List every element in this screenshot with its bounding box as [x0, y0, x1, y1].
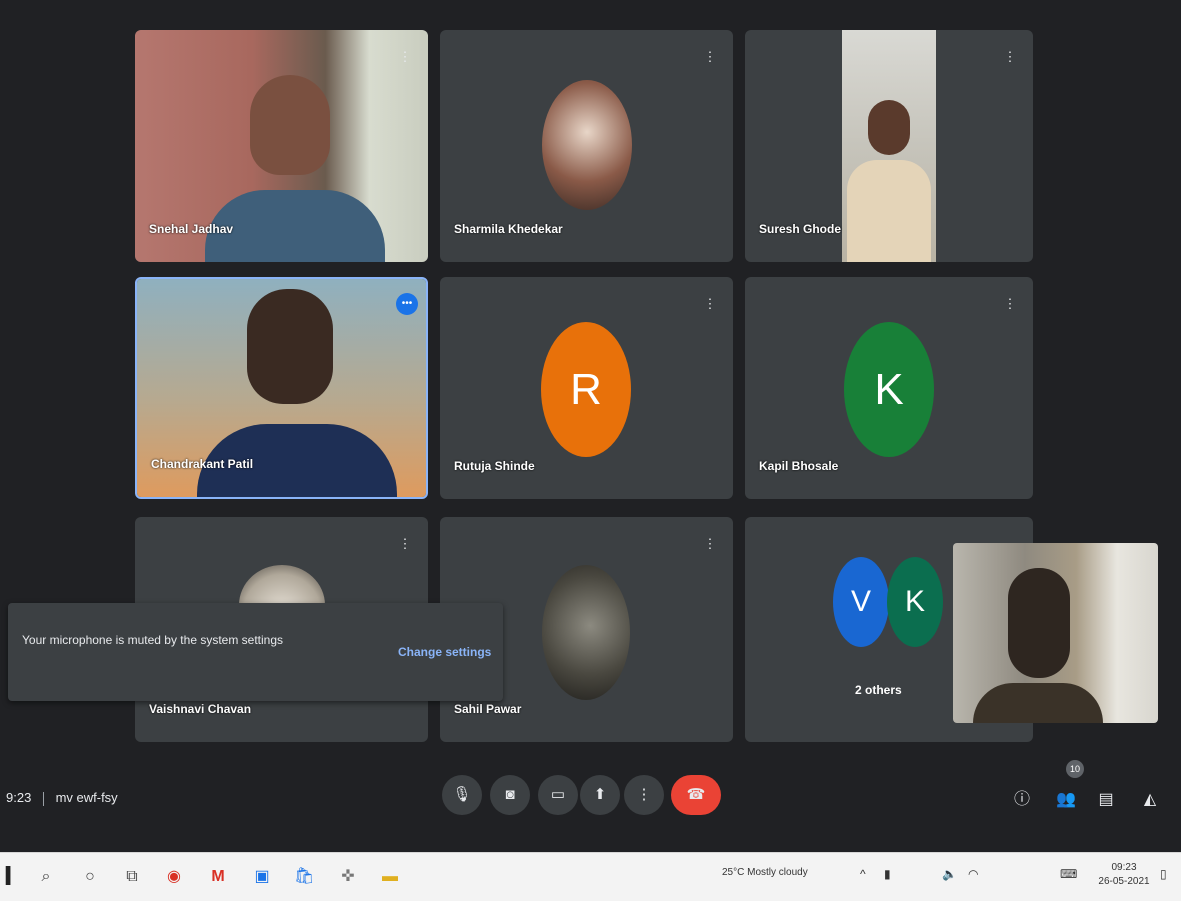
participant-photo: [542, 80, 632, 210]
mic-muted-icon: ⋮: [1003, 49, 1017, 64]
participant-tile[interactable]: ⋮ Sharmila Khedekar: [440, 30, 733, 262]
store-icon[interactable]: 🛍: [294, 867, 314, 887]
present-button[interactable]: ⬆: [580, 775, 620, 815]
end-call-button[interactable]: ☎: [671, 775, 721, 815]
participant-name: Suresh Ghode: [759, 222, 842, 236]
participant-name: Kapil Bhosale: [759, 459, 839, 473]
mic-muted-icon: ⋮: [398, 536, 412, 551]
cortana-icon[interactable]: ○: [80, 867, 100, 887]
taskbar: ▍ ⌕ ○ ⧉ ◉ M ▣ 🛍 ✜ ▬ 25°C Mostly cloudy ^…: [0, 852, 1181, 901]
chat-icon: ▤: [1098, 791, 1114, 808]
start-icon[interactable]: ▍: [2, 867, 22, 887]
chrome-icon[interactable]: ◉: [164, 867, 184, 887]
meeting-details: 9:23 mv ewf-fsy: [6, 790, 118, 806]
file-explorer-icon[interactable]: ▬: [380, 867, 400, 887]
mic-muted-icon: ⋮: [703, 49, 717, 64]
clock-date: 26-05-2021: [1098, 876, 1150, 887]
participant-name: Rutuja Shinde: [454, 459, 535, 473]
speaking-indicator-icon: •••: [396, 293, 418, 315]
meeting-code: mv ewf-fsy: [55, 790, 118, 805]
people-count-badge: 10: [1066, 760, 1084, 778]
speaker-icon[interactable]: 🔈: [942, 867, 957, 881]
microphone-icon: 🎙: [452, 786, 472, 803]
person-head: [247, 289, 333, 404]
participant-name: Vaishnavi Chavan: [149, 702, 252, 716]
mic-muted-icon: ⋮: [1003, 296, 1017, 311]
participant-tile-active[interactable]: ••• Chandrakant Patil: [135, 277, 428, 499]
clock-time: 09:23: [1111, 862, 1137, 873]
participant-name: 2 others: [855, 683, 902, 697]
microphone-button[interactable]: 🎙: [442, 775, 482, 815]
more-options-button[interactable]: ⋮: [624, 775, 664, 815]
divider: [42, 791, 44, 806]
participant-name: Chandrakant Patil: [151, 457, 254, 471]
network-app-icon[interactable]: ✜: [338, 867, 358, 887]
avatar: V: [833, 557, 889, 647]
people-button[interactable]: 👥: [1054, 788, 1078, 812]
wifi-icon[interactable]: ◠: [968, 867, 978, 881]
meet-window: ⋮ Snehal Jadhav ⋮ Sharmila Khedekar ⋮ Su…: [0, 0, 1181, 852]
camera-button[interactable]: ◙: [490, 775, 530, 815]
avatar: K: [844, 322, 934, 457]
participant-photo: [542, 565, 630, 700]
notifications-icon[interactable]: ▯: [1160, 867, 1167, 881]
more-icon: ⋮: [636, 786, 652, 803]
captions-icon: ▭: [550, 786, 566, 803]
system-clock[interactable]: 09:23 26-05-2021: [1096, 861, 1152, 889]
participant-name: Snehal Jadhav: [149, 222, 234, 236]
keyboard-icon[interactable]: ⌨: [1060, 867, 1077, 881]
participant-video: [842, 30, 936, 262]
change-settings-link[interactable]: Change settings: [398, 645, 491, 659]
gmail-icon[interactable]: M: [208, 867, 228, 887]
chat-button[interactable]: ▤: [1094, 788, 1118, 812]
person-head: [250, 75, 330, 175]
activities-icon: ◭: [1143, 791, 1157, 808]
people-icon: 👥: [1056, 791, 1076, 808]
task-view-icon[interactable]: ⧉: [122, 867, 142, 887]
present-icon: ⬆: [593, 786, 607, 803]
notification-toast: Your microphone is muted by the system s…: [8, 603, 503, 701]
weather-widget[interactable]: 25°C Mostly cloudy: [722, 867, 808, 878]
participant-name: Sharmila Khedekar: [454, 222, 563, 236]
battery-icon[interactable]: ▮: [884, 867, 891, 881]
participant-tile[interactable]: ⋮ Snehal Jadhav: [135, 30, 428, 262]
person-body: [973, 683, 1103, 723]
mic-muted-icon: ⋮: [398, 49, 412, 64]
info-icon: ⓘ: [1013, 791, 1030, 808]
meeting-time: 9:23: [6, 790, 32, 805]
captions-button[interactable]: ▭: [538, 775, 578, 815]
mic-muted-icon: ⋮: [703, 296, 717, 311]
toast-message: Your microphone is muted by the system s…: [22, 633, 284, 647]
person-head: [1008, 568, 1070, 678]
avatar: R: [541, 322, 631, 457]
person-head: [868, 100, 910, 155]
participant-tile[interactable]: R ⋮ Rutuja Shinde: [440, 277, 733, 499]
camera-icon: ◙: [505, 786, 515, 803]
participant-tile[interactable]: K ⋮ Kapil Bhosale: [745, 277, 1033, 499]
avatar: K: [887, 557, 943, 647]
self-view-video[interactable]: [953, 543, 1158, 723]
chevron-up-icon[interactable]: ^: [860, 867, 866, 881]
end-call-icon: ☎: [686, 786, 706, 803]
activities-button[interactable]: ◭: [1138, 788, 1162, 812]
video-app-icon[interactable]: ▣: [252, 867, 272, 887]
mic-muted-icon: ⋮: [703, 536, 717, 551]
person-body: [847, 160, 931, 262]
participant-name: Sahil Pawar: [454, 702, 522, 716]
participant-tile[interactable]: ⋮ Suresh Ghode: [745, 30, 1033, 262]
meeting-info-button[interactable]: ⓘ: [1010, 788, 1034, 812]
search-icon[interactable]: ⌕: [36, 867, 56, 887]
